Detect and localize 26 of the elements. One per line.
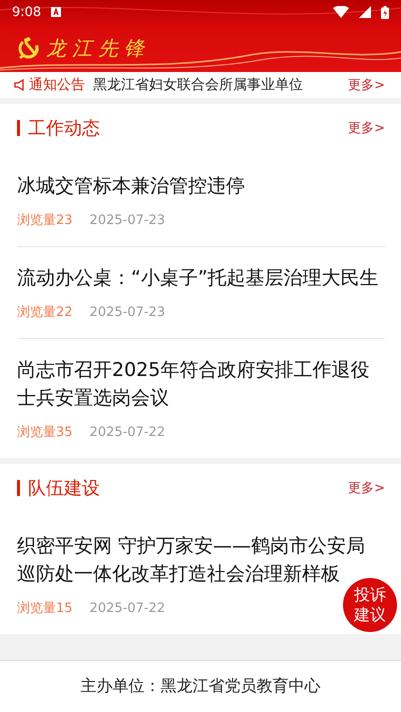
news-date: 2025-07-22 — [90, 424, 166, 440]
more-link[interactable]: 更多> — [348, 119, 385, 137]
news-title[interactable]: 冰城交管标本兼治管控违停 — [17, 172, 381, 200]
notification-icon — [51, 7, 62, 17]
wifi-icon — [333, 6, 349, 18]
app-title: 龙江先锋 — [46, 34, 150, 62]
view-count: 浏览量35 — [17, 424, 73, 441]
news-date: 2025-07-23 — [90, 304, 166, 320]
more-link[interactable]: 更多> — [348, 76, 385, 94]
section-title: 工作动态 — [28, 117, 101, 140]
news-title[interactable]: 流动办公桌：“小桌子”托起基层治理大民生 — [17, 264, 381, 292]
megaphone-icon — [14, 79, 26, 91]
more-link[interactable]: 更多> — [348, 479, 385, 497]
view-count: 浏览量15 — [17, 600, 73, 617]
footer-text: 主办单位：黑龙江省党员教育中心 — [80, 676, 320, 697]
signal-icon — [359, 6, 371, 18]
section-title: 队伍建设 — [28, 477, 101, 500]
notice-label: 通知公告 — [29, 76, 85, 94]
view-count: 浏览量22 — [17, 304, 73, 321]
view-count: 浏览量23 — [17, 212, 73, 229]
status-time: 9:08 — [12, 4, 42, 20]
notice-text[interactable]: 黑龙江省妇女联合会所属事业单位 — [93, 76, 340, 94]
news-date: 2025-07-23 — [90, 212, 166, 228]
battery-icon — [381, 6, 389, 18]
news-title[interactable]: 尚志市召开2025年符合政府安排工作退役士兵安置选岗会议 — [17, 356, 381, 412]
news-date: 2025-07-22 — [90, 600, 166, 616]
